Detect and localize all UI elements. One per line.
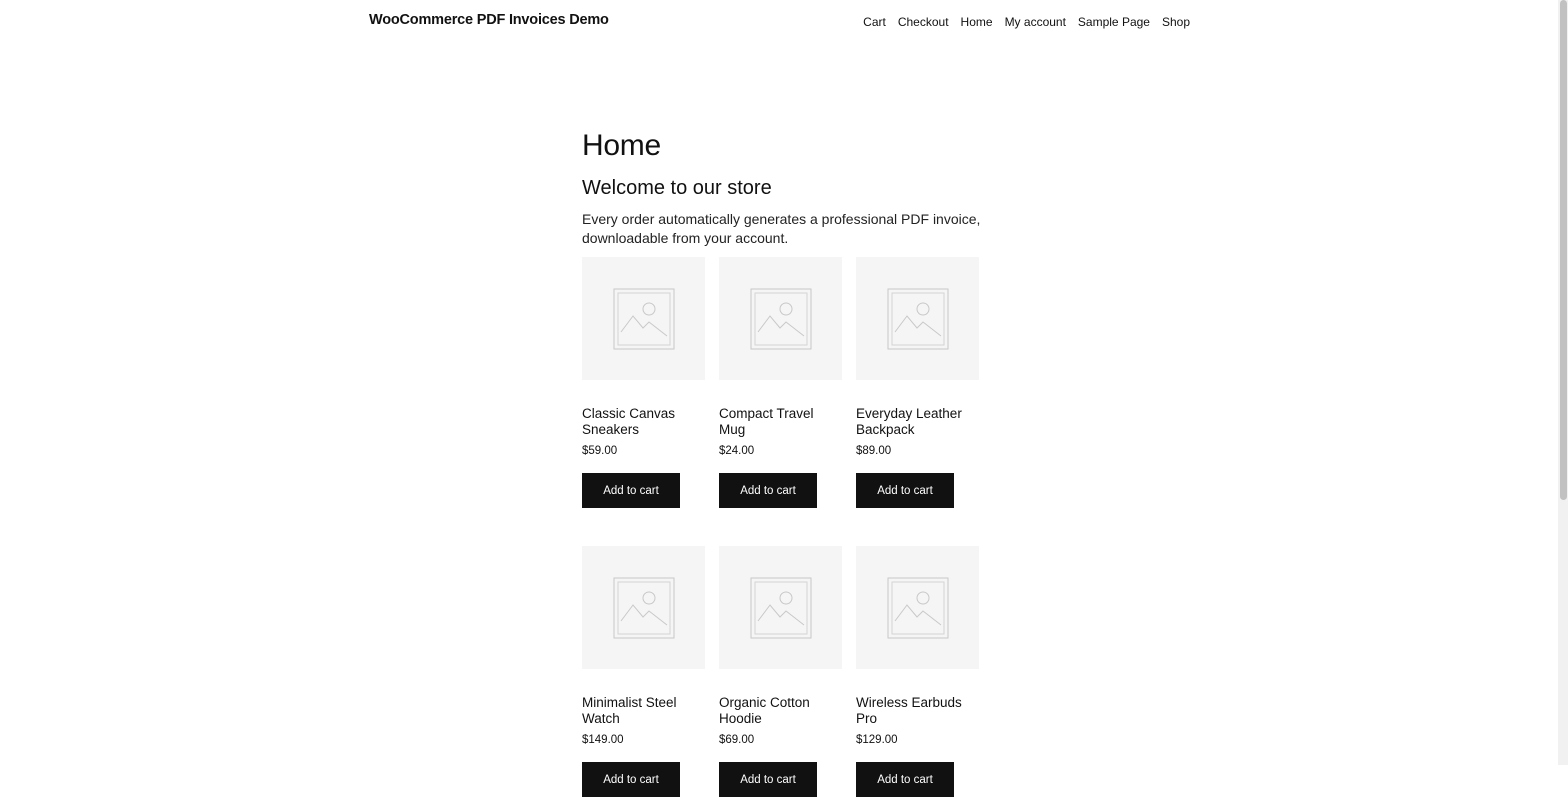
product-card: Wireless Earbuds Pro $129.00 Add to cart xyxy=(856,546,979,797)
nav-item-cart[interactable]: Cart xyxy=(863,15,886,29)
product-card: Classic Canvas Sneakers $59.00 Add to ca… xyxy=(582,257,705,508)
product-grid: Classic Canvas Sneakers $59.00 Add to ca… xyxy=(582,257,979,797)
site-title[interactable]: WooCommerce PDF Invoices Demo xyxy=(369,12,609,28)
nav-item-checkout[interactable]: Checkout xyxy=(898,15,949,29)
page-title: Home xyxy=(582,129,661,162)
add-to-cart-button[interactable]: Add to cart xyxy=(582,473,680,508)
add-to-cart-button[interactable]: Add to cart xyxy=(856,762,954,797)
image-placeholder-icon xyxy=(887,577,948,638)
nav-item-sample-page[interactable]: Sample Page xyxy=(1078,15,1150,29)
image-placeholder-icon xyxy=(887,288,948,349)
nav-item-shop[interactable]: Shop xyxy=(1162,15,1190,29)
nav-item-my-account[interactable]: My account xyxy=(1005,15,1066,29)
product-card: Organic Cotton Hoodie $69.00 Add to cart xyxy=(719,546,842,797)
product-name[interactable]: Minimalist Steel Watch xyxy=(582,695,705,727)
product-price: $59.00 xyxy=(582,445,618,457)
add-to-cart-button[interactable]: Add to cart xyxy=(719,762,817,797)
product-price: $149.00 xyxy=(582,734,624,746)
scrollbar-thumb[interactable] xyxy=(1560,0,1567,500)
page-content: Home Welcome to our store Every order au… xyxy=(582,128,982,248)
nav-item-home[interactable]: Home xyxy=(961,15,993,29)
product-name[interactable]: Everyday Leather Backpack xyxy=(856,406,979,438)
product-card: Minimalist Steel Watch $149.00 Add to ca… xyxy=(582,546,705,797)
product-price: $129.00 xyxy=(856,734,898,746)
product-image[interactable] xyxy=(856,546,979,669)
primary-nav: Cart Checkout Home My account Sample Pag… xyxy=(863,15,1190,29)
add-to-cart-button[interactable]: Add to cart xyxy=(582,762,680,797)
product-name[interactable]: Wireless Earbuds Pro xyxy=(856,695,979,727)
product-image[interactable] xyxy=(582,257,705,380)
vertical-scrollbar[interactable] xyxy=(1558,0,1568,765)
product-image[interactable] xyxy=(582,546,705,669)
product-image[interactable] xyxy=(719,546,842,669)
image-placeholder-icon xyxy=(613,577,674,638)
product-name[interactable]: Organic Cotton Hoodie xyxy=(719,695,842,727)
add-to-cart-button[interactable]: Add to cart xyxy=(856,473,954,508)
product-image[interactable] xyxy=(719,257,842,380)
product-card: Compact Travel Mug $24.00 Add to cart xyxy=(719,257,842,508)
image-placeholder-icon xyxy=(750,577,811,638)
product-price: $24.00 xyxy=(719,445,755,457)
product-card: Everyday Leather Backpack $89.00 Add to … xyxy=(856,257,979,508)
welcome-heading: Welcome to our store xyxy=(582,177,772,199)
product-price: $89.00 xyxy=(856,445,892,457)
product-image[interactable] xyxy=(856,257,979,380)
image-placeholder-icon xyxy=(750,288,811,349)
image-placeholder-icon xyxy=(613,288,674,349)
product-name[interactable]: Classic Canvas Sneakers xyxy=(582,406,705,438)
product-name[interactable]: Compact Travel Mug xyxy=(719,406,842,438)
intro-text: Every order automatically generates a pr… xyxy=(582,211,981,246)
add-to-cart-button[interactable]: Add to cart xyxy=(719,473,817,508)
product-price: $69.00 xyxy=(719,734,755,746)
